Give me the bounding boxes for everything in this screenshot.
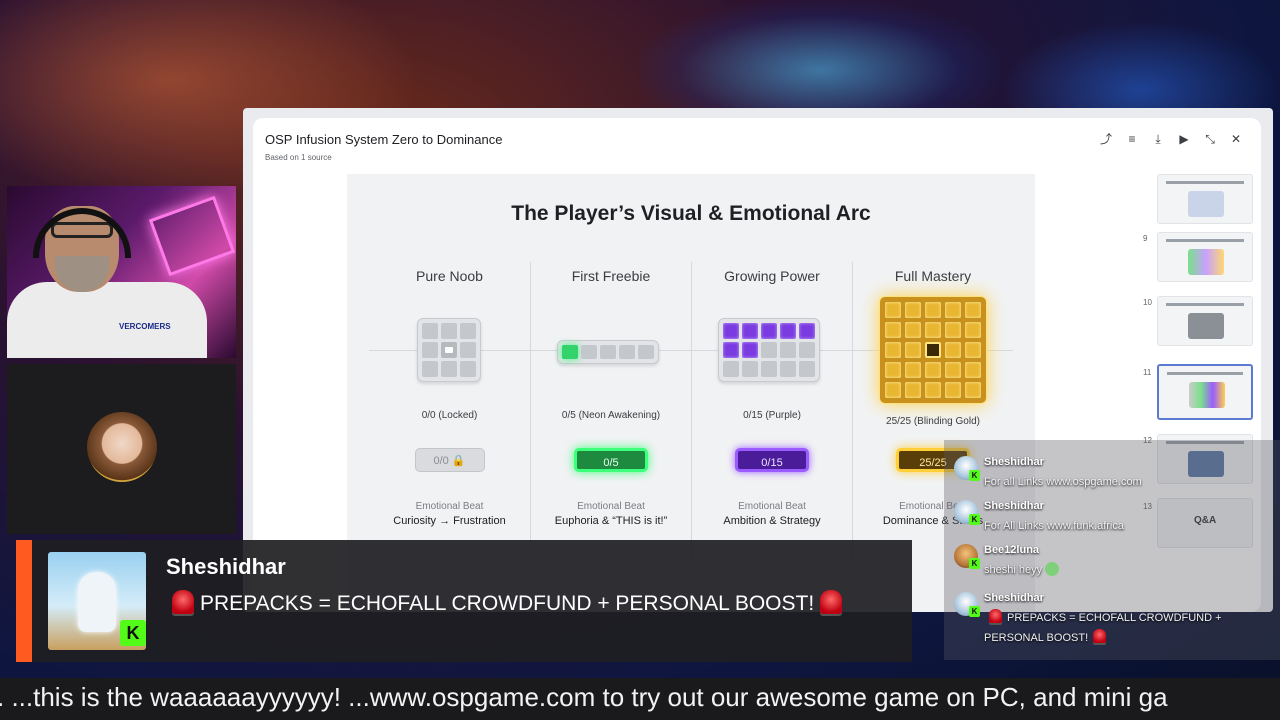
- slide-thumbnail[interactable]: [1157, 174, 1253, 224]
- stage-name: Full Mastery: [894, 268, 972, 284]
- share-icon[interactable]: ⤴: [1099, 130, 1113, 148]
- lock-icon: 🔒: [451, 455, 466, 467]
- slide-thumbnail-active[interactable]: [1157, 364, 1253, 420]
- slide-thumbnail[interactable]: [1157, 232, 1253, 282]
- chat-avatar: K: [954, 500, 980, 525]
- stage-caption: 25/25 (Blinding Gold): [886, 416, 980, 427]
- alert-banner: K Sheshidhar PREPACKS = ECHOFALL CROWDFU…: [16, 540, 912, 662]
- streamer-shirt: [7, 282, 207, 358]
- beat-text: Curiosity → Frustration: [393, 515, 506, 527]
- alert-username: Sheshidhar: [166, 554, 286, 579]
- gold-grid: [879, 296, 987, 404]
- beat-label: Emotional Beat: [415, 501, 484, 512]
- lock-icon: [441, 342, 457, 358]
- beat-label: Emotional Beat: [577, 501, 645, 512]
- beat-text: Euphoria & “THIS is it!”: [554, 515, 668, 527]
- chat-text: PREPACKS = ECHOFALL CROWDFUND + PERSONAL…: [984, 608, 1264, 648]
- neon-grid: [557, 340, 659, 364]
- kick-badge-icon: K: [120, 620, 146, 646]
- download-icon[interactable]: ⤓: [1151, 130, 1165, 148]
- chat-username: Sheshidhar: [984, 456, 1044, 468]
- siren-icon: [172, 590, 194, 614]
- webcam-feed: VERCOMERS: [7, 186, 236, 358]
- chat-avatar: K: [954, 592, 980, 617]
- kick-badge-icon: K: [969, 558, 980, 569]
- kick-badge-icon: K: [969, 470, 980, 481]
- chat-username: Bee12luna: [984, 544, 1040, 556]
- avatar-panel: [7, 364, 236, 534]
- chat-avatar: K: [954, 544, 980, 569]
- edit-icon[interactable]: ≡: [1125, 130, 1139, 148]
- locked-grid: [417, 318, 481, 382]
- stage-pure-noob: Pure Noob 0/0 (Locked) 0/0 🔒 Emotional B…: [369, 262, 530, 562]
- alien-emote-icon: [1045, 562, 1060, 576]
- stage-row: Pure Noob 0/0 (Locked) 0/0 🔒 Emotional B…: [369, 262, 1013, 562]
- chat-avatar: K: [954, 456, 980, 481]
- stage-pill: 0/0 🔒: [414, 448, 485, 472]
- alert-avatar: K: [48, 552, 146, 650]
- neon-light: [148, 195, 236, 277]
- robot-figure: [78, 572, 116, 632]
- notebook-toolbar: ⤴ ≡ ⤓ ▶ ⤡ ✕: [1099, 130, 1243, 148]
- alert-message: PREPACKS = ECHOFALL CROWDFUND + PERSONAL…: [166, 590, 848, 616]
- slide-number: 9: [1143, 234, 1148, 243]
- siren-icon: [1093, 629, 1107, 643]
- play-icon[interactable]: ▶: [1177, 130, 1191, 148]
- shirt-logo: VERCOMERS: [119, 322, 171, 331]
- scrolling-ticker: . ...this is the waaaaaayyyyyy! ...www.o…: [0, 678, 1280, 720]
- slide-title: The Player’s Visual & Emotional Arc: [511, 202, 871, 225]
- chat-username: Sheshidhar: [984, 592, 1044, 604]
- stage-first-freebie: First Freebie 0/5 (Neon Awakening) 0/5 E…: [530, 262, 691, 562]
- stage-caption: 0/0 (Locked): [421, 410, 478, 421]
- slide-thumbnail[interactable]: [1157, 296, 1253, 346]
- stage-pill: 0/15: [735, 448, 809, 472]
- purple-grid: [718, 318, 820, 382]
- stage-caption: 0/5 (Neon Awakening): [561, 410, 661, 421]
- stage-pill: 0/5: [574, 448, 648, 472]
- collapse-icon[interactable]: ⤡: [1203, 130, 1217, 148]
- headset: [33, 208, 131, 258]
- avatar: [87, 412, 157, 482]
- chat-overlay: K Sheshidhar For all Links www.ospgame.c…: [944, 440, 1280, 660]
- siren-icon: [820, 590, 843, 614]
- kick-badge-icon: K: [969, 514, 980, 525]
- stage-growing-power: Growing Power 0/15 (Purple) 0/15 Emotion…: [691, 262, 852, 562]
- beat-label: Emotional Beat: [738, 501, 806, 512]
- chat-text: For All Links www.funk.africa: [984, 520, 1124, 532]
- slide-number: 10: [1143, 298, 1152, 307]
- stage-caption: 0/15 (Purple): [743, 410, 801, 421]
- chat-username: Sheshidhar: [984, 500, 1044, 512]
- beat-text: Ambition & Strategy: [723, 515, 821, 527]
- stage-name: First Freebie: [571, 268, 651, 284]
- stage-name: Pure Noob: [416, 268, 483, 284]
- slide-number: 11: [1143, 368, 1152, 377]
- kick-badge-icon: K: [969, 606, 980, 617]
- stage-name: Growing Power: [724, 268, 820, 284]
- notebook-title: OSP Infusion System Zero to Dominance: [265, 132, 503, 147]
- chat-text: For all Links www.ospgame.com: [984, 476, 1142, 488]
- siren-icon: [989, 609, 1002, 623]
- ticker-text: . ...this is the waaaaaayyyyyy! ...www.o…: [0, 682, 1168, 712]
- chat-text: sheshi heyy: [984, 560, 1060, 580]
- close-icon[interactable]: ✕: [1229, 130, 1243, 148]
- source-note: Based on 1 source: [265, 153, 332, 162]
